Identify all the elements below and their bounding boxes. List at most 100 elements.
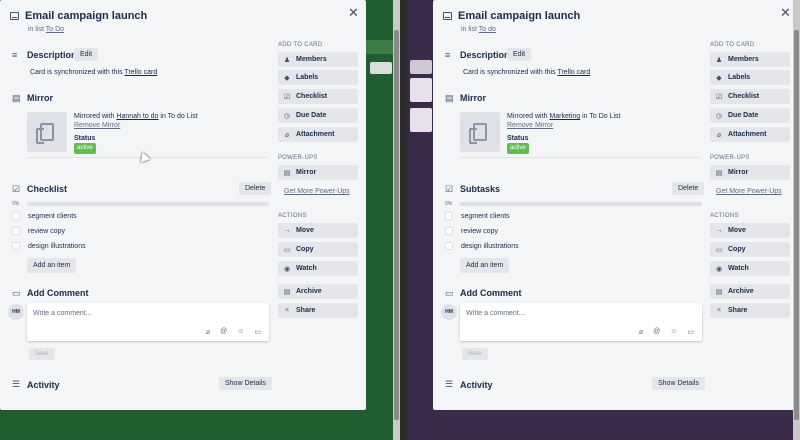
power-ups-heading: POWER-UPS xyxy=(710,155,750,161)
card-icon[interactable]: ▭ xyxy=(687,328,694,336)
get-more-powerups-link[interactable]: Get More Power-Ups xyxy=(716,188,782,195)
close-icon[interactable]: ✕ xyxy=(348,5,359,21)
comment-placeholder: Write a comment... xyxy=(33,310,92,317)
card-icon[interactable]: ▭ xyxy=(254,328,261,336)
attachment-button[interactable]: ⌀ Attachment xyxy=(710,127,790,142)
delete-checklist-button[interactable]: Delete xyxy=(239,182,272,195)
share-button[interactable]: < Share xyxy=(278,303,358,318)
get-more-powerups-link[interactable]: Get More Power-Ups xyxy=(284,188,350,195)
add-item-button[interactable]: Add an item xyxy=(460,258,510,273)
close-icon[interactable]: ✕ xyxy=(780,5,791,21)
members-button[interactable]: ♟ Members xyxy=(278,52,358,67)
archive-button[interactable]: ▤ Archive xyxy=(710,284,790,299)
attachment-icon[interactable]: ⌀ xyxy=(206,328,210,336)
remove-mirror-link[interactable]: Remove Mirror xyxy=(74,122,120,129)
archive-icon: ▤ xyxy=(283,288,291,296)
labels-button[interactable]: ◆ Labels xyxy=(710,70,790,85)
copy-button[interactable]: ▭ Copy xyxy=(278,242,358,257)
due-date-button[interactable]: ◷ Due Date xyxy=(710,108,790,123)
comment-input[interactable]: Write a comment... ⌀ @ ☺ ▭ xyxy=(27,303,269,341)
checklist-button[interactable]: ☑ Checklist xyxy=(278,89,358,104)
person-icon: ♟ xyxy=(715,56,723,64)
checklist-section-icon: ☑ xyxy=(445,184,454,194)
checkbox[interactable] xyxy=(12,212,20,220)
mirrored-link[interactable]: Marketing xyxy=(549,113,580,120)
checkbox[interactable] xyxy=(12,227,20,235)
checklist-item[interactable]: segment clients xyxy=(12,212,77,220)
watch-button[interactable]: ◉ Watch xyxy=(278,261,358,276)
delete-checklist-button[interactable]: Delete xyxy=(672,182,705,195)
mention-icon[interactable]: @ xyxy=(220,328,227,336)
checkbox[interactable] xyxy=(445,227,453,235)
checklist-button[interactable]: ☑ Checklist xyxy=(710,89,790,104)
checklist-item[interactable]: design illustrations xyxy=(12,242,86,250)
edit-description-button[interactable]: Edit xyxy=(507,48,532,61)
labels-button[interactable]: ◆ Labels xyxy=(278,70,358,85)
card-title[interactable]: Email campaign launch xyxy=(25,10,147,22)
move-button[interactable]: → Move xyxy=(710,223,790,238)
save-comment-button[interactable]: Save xyxy=(29,348,55,360)
mirror-label: Mirror xyxy=(728,169,749,176)
scrollbar-right[interactable] xyxy=(793,0,800,440)
show-details-button[interactable]: Show Details xyxy=(652,377,705,390)
checkbox[interactable] xyxy=(12,242,20,250)
in-list-link[interactable]: To Do xyxy=(46,26,64,33)
in-list-link[interactable]: To do xyxy=(479,26,496,33)
checklist-title: Subtasks xyxy=(460,184,501,194)
emoji-icon[interactable]: ☺ xyxy=(670,328,677,336)
checklist-item-label: design illustrations xyxy=(461,242,519,250)
scrollbar-left[interactable] xyxy=(393,0,400,440)
attachment-button[interactable]: ⌀ Attachment xyxy=(278,127,358,142)
archive-button[interactable]: ▤ Archive xyxy=(278,284,358,299)
move-button[interactable]: → Move xyxy=(278,223,358,238)
in-list-label: in list To do xyxy=(461,26,496,33)
share-icon: < xyxy=(284,307,290,314)
watch-label: Watch xyxy=(296,265,317,272)
actions-heading: ACTIONS xyxy=(278,213,307,219)
attachment-icon[interactable]: ⌀ xyxy=(639,328,643,336)
members-label: Members xyxy=(728,56,759,63)
edit-description-button[interactable]: Edit xyxy=(74,48,99,61)
emoji-icon[interactable]: ☺ xyxy=(237,328,244,336)
checklist-item[interactable]: review copy xyxy=(445,227,498,235)
add-item-button[interactable]: Add an item xyxy=(27,258,77,273)
mirror-title: Mirror xyxy=(27,93,54,103)
card-title[interactable]: Email campaign launch xyxy=(458,10,580,22)
scrollbar-thumb[interactable] xyxy=(394,30,399,420)
status-label: Status xyxy=(74,135,96,142)
arrow-right-icon: → xyxy=(715,227,723,234)
members-label: Members xyxy=(296,56,327,63)
checkbox[interactable] xyxy=(445,212,453,220)
mirrored-prefix: Mirrored with xyxy=(507,113,548,120)
checklist-item[interactable]: design illustrations xyxy=(445,242,519,250)
attachment-label: Attachment xyxy=(728,131,767,138)
checklist-item-label: review copy xyxy=(461,227,498,235)
mirror-powerup-button[interactable]: ▤ Mirror xyxy=(278,165,358,180)
comment-input[interactable]: Write a comment... ⌀ @ ☺ ▭ xyxy=(460,303,702,341)
checklist-item[interactable]: segment clients xyxy=(445,212,510,220)
mention-icon[interactable]: @ xyxy=(653,328,660,336)
checklist-item[interactable]: review copy xyxy=(12,227,65,235)
mirrored-link[interactable]: Hannah to do xyxy=(116,113,158,120)
show-details-button[interactable]: Show Details xyxy=(219,377,272,390)
share-button[interactable]: < Share xyxy=(710,303,790,318)
copy-icon: ▭ xyxy=(283,246,291,254)
due-date-button[interactable]: ◷ Due Date xyxy=(278,108,358,123)
checkbox[interactable] xyxy=(445,242,453,250)
avatar[interactable]: HM xyxy=(8,304,24,320)
remove-mirror-link[interactable]: Remove Mirror xyxy=(507,122,553,129)
copy-button[interactable]: ▭ Copy xyxy=(710,242,790,257)
trello-card-link[interactable]: Trello card xyxy=(557,69,590,76)
mirror-info: Mirrored with Marketing in To Do List Re… xyxy=(507,112,620,154)
scrollbar-thumb[interactable] xyxy=(794,30,799,420)
arrow-right-icon: → xyxy=(283,227,291,234)
members-button[interactable]: ♟ Members xyxy=(710,52,790,67)
avatar[interactable]: HM xyxy=(441,304,457,320)
trello-card-link[interactable]: Trello card xyxy=(124,69,157,76)
comment-placeholder: Write a comment... xyxy=(466,310,525,317)
comment-toolbar: ⌀ @ ☺ ▭ xyxy=(206,328,261,336)
watch-button[interactable]: ◉ Watch xyxy=(710,261,790,276)
mirror-icon xyxy=(36,123,54,144)
save-comment-button[interactable]: Save xyxy=(462,348,488,360)
mirror-powerup-button[interactable]: ▤ Mirror xyxy=(710,165,790,180)
